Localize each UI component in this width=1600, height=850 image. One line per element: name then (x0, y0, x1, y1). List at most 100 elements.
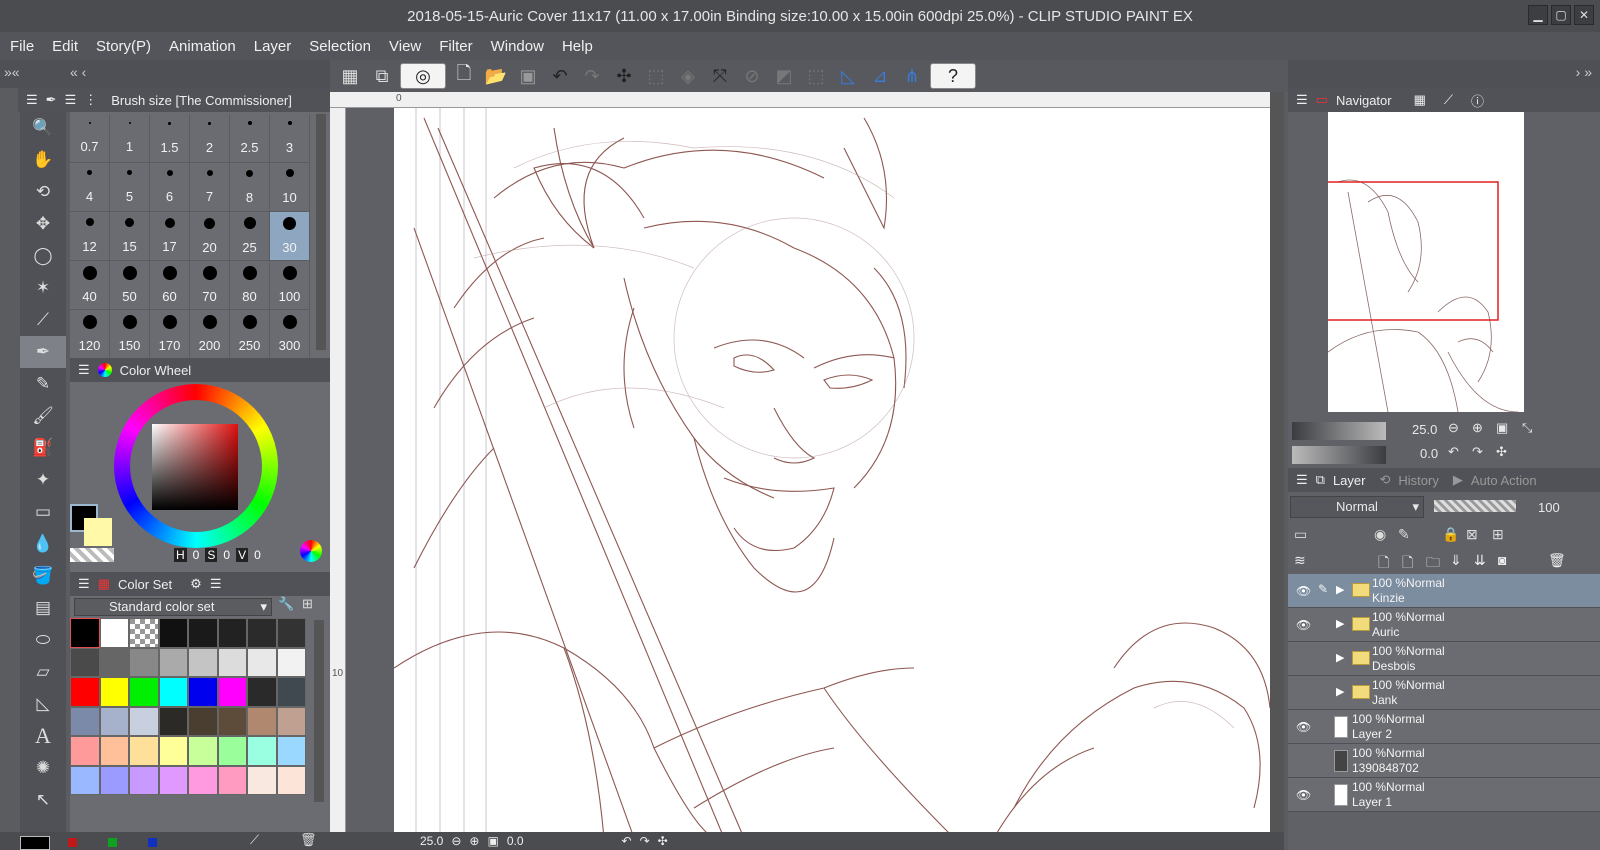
close-button[interactable]: ✕ (1574, 5, 1594, 25)
layer-mask-icon[interactable]: ◙ (1498, 552, 1506, 568)
brush-size-cell[interactable]: 40 (70, 261, 110, 310)
rotate-left-icon[interactable]: ↶ (622, 834, 632, 848)
color-swatch[interactable] (129, 647, 159, 677)
color-swatch[interactable] (247, 647, 277, 677)
collapse-left-icon[interactable]: »« (4, 64, 20, 80)
menu-layer[interactable]: Layer (254, 38, 292, 55)
rotate-right-icon[interactable]: ↷ (640, 834, 650, 848)
deselect-icon[interactable]: ⊘ (738, 63, 766, 89)
decoration-icon[interactable]: ✦ (20, 464, 66, 496)
approximate-color-icon[interactable]: ☰ (210, 576, 222, 592)
pencil-icon[interactable]: ✎ (20, 368, 66, 400)
color-wheel-tab-icon[interactable] (97, 363, 112, 377)
panel-menu-icon[interactable]: ☰ (1296, 472, 1308, 488)
brush-size-cell[interactable]: 6 (150, 163, 190, 212)
color-swatch[interactable] (99, 677, 129, 707)
color-swatch[interactable] (217, 618, 247, 648)
nav-rotate-right-icon[interactable]: ↷ (1472, 444, 1483, 460)
recent-color-blue[interactable] (148, 838, 157, 847)
menu-window[interactable]: Window (491, 38, 544, 55)
brush-size-cell[interactable]: 10 (270, 163, 310, 212)
zoom-in-icon[interactable]: ⊕ (469, 834, 479, 848)
layer-stack-icon[interactable]: ≋ (1294, 552, 1306, 569)
transfer-down-icon[interactable]: ⇓ (1450, 552, 1462, 569)
opacity-value[interactable]: 100 (1538, 500, 1560, 515)
color-swatch[interactable] (129, 618, 159, 648)
lock-layer-icon[interactable]: 🔒 (1442, 526, 1459, 543)
brush-size-cell[interactable]: 2.5 (230, 114, 270, 163)
layer-row[interactable]: 👁 100 %Normal Layer 1 (1288, 778, 1600, 812)
zoom-value[interactable]: 25.0 (420, 834, 443, 848)
menu-animation[interactable]: Animation (169, 38, 236, 55)
clip-layer-icon[interactable]: ⊞ (1492, 526, 1504, 543)
layer-row[interactable]: 👁 ✎ ▶ 100 %Normal Kinzie (1288, 574, 1600, 608)
tab-auto-action[interactable]: Auto Action (1471, 473, 1537, 488)
help-button[interactable]: ? (930, 63, 976, 89)
eye-icon[interactable] (1296, 754, 1310, 768)
color-swatch[interactable] (188, 647, 218, 677)
zoom-icon[interactable]: 🔍 (20, 112, 66, 144)
expand-folder-icon[interactable]: ▶ (1336, 617, 1344, 630)
undo-icon[interactable]: ↶ (546, 63, 574, 89)
reset-rotation-icon[interactable]: ✣ (658, 834, 668, 848)
recent-color-green[interactable] (108, 838, 117, 847)
brush-size-cell[interactable]: 17 (150, 212, 190, 261)
color-swatch[interactable] (99, 706, 129, 736)
color-swatch[interactable] (99, 765, 129, 795)
reference-layer-icon[interactable]: ◉ (1374, 526, 1386, 543)
expand-folder-icon[interactable]: ▶ (1336, 685, 1344, 698)
layer-row[interactable]: ▶ 100 %Normal Desbois (1288, 642, 1600, 676)
panel-menu-icon[interactable]: ☰ (78, 362, 90, 378)
color-swatch[interactable] (247, 765, 277, 795)
color-swatch[interactable] (158, 647, 188, 677)
expand-folder-icon[interactable]: ▶ (1336, 651, 1344, 664)
airbrush-icon[interactable]: ⛽ (20, 432, 66, 464)
angle-value[interactable]: 0.0 (507, 834, 524, 848)
maximize-button[interactable]: ▢ (1551, 5, 1571, 25)
brush-size-cell[interactable]: 120 (70, 310, 110, 359)
snap-special-ruler-icon[interactable]: ⊿ (866, 63, 894, 89)
new-raster-layer-icon[interactable]: 🗋 (1378, 552, 1389, 576)
recent-color-red[interactable] (68, 838, 77, 847)
brush-size-cell[interactable]: 300 (270, 310, 310, 359)
color-swatch[interactable] (247, 677, 277, 707)
layout-grid-icon[interactable]: ▦ (336, 63, 364, 89)
magic-wand-icon[interactable]: ✶ (20, 272, 66, 304)
color-swatch[interactable] (217, 765, 247, 795)
nav-flip-icon[interactable]: ⤡ (1522, 420, 1532, 436)
color-swatch[interactable] (70, 736, 100, 766)
expand-folder-icon[interactable]: ▶ (1336, 583, 1344, 596)
delete-layer-icon[interactable]: 🗑 (1548, 552, 1566, 569)
color-swatch[interactable] (158, 765, 188, 795)
brush-size-cell[interactable]: 60 (150, 261, 190, 310)
eye-icon[interactable]: 👁 (1296, 720, 1311, 734)
brush-size-cell[interactable]: 150 (110, 310, 150, 359)
color-swatch[interactable] (217, 677, 247, 707)
color-swatch[interactable] (70, 677, 100, 707)
brush-tab-icon[interactable]: ☰ (65, 92, 77, 108)
menu-edit[interactable]: Edit (52, 38, 78, 55)
current-color-chip[interactable] (20, 836, 50, 850)
brush-size-cell[interactable]: 70 (190, 261, 230, 310)
color-swatch[interactable] (99, 736, 129, 766)
invert-selection-icon[interactable]: ◩ (770, 63, 798, 89)
new-folder-icon[interactable]: 🗀 (1426, 552, 1440, 576)
brush-size-cell[interactable]: 170 (150, 310, 190, 359)
figure-icon[interactable]: ⬭ (20, 624, 66, 656)
color-swatch[interactable] (276, 736, 306, 766)
eye-icon[interactable] (1296, 686, 1310, 700)
eyedropper-small-icon[interactable]: ⟋ (250, 832, 259, 848)
eyedropper-icon[interactable]: ⟋ (20, 304, 66, 336)
color-swatch[interactable] (217, 736, 247, 766)
color-swatch[interactable] (276, 618, 306, 648)
brush-size-cell[interactable]: 250 (230, 310, 270, 359)
color-swatch[interactable] (99, 647, 129, 677)
pen-icon[interactable]: ✒ (20, 336, 66, 368)
brush-size-cell[interactable]: 7 (190, 163, 230, 212)
edit-color-set-icon[interactable]: 🔧 (278, 596, 294, 612)
brush-size-cell[interactable]: 0.7 (70, 114, 110, 163)
text-icon[interactable]: A (20, 720, 66, 752)
color-swatch[interactable] (247, 736, 277, 766)
color-swatch[interactable] (247, 706, 277, 736)
brush-size-tab-icon[interactable]: ⋮ (84, 92, 97, 108)
